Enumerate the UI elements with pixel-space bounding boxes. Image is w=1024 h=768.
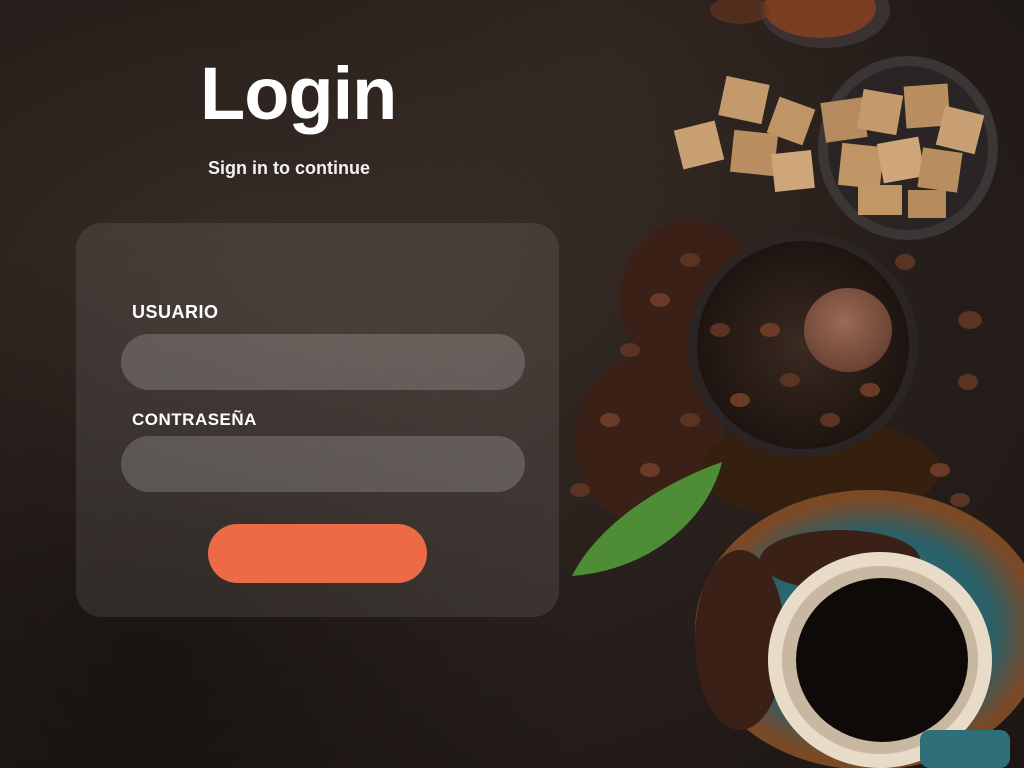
page-title: Login [200, 52, 397, 135]
beans-bowl [688, 233, 918, 457]
macaron [804, 288, 892, 372]
password-label: CONTRASEÑA [132, 410, 257, 429]
coffee-illustration [570, 0, 1024, 768]
ground-coffee-bowl [710, 0, 890, 48]
coffee-cup [695, 490, 1024, 768]
page-subtitle: Sign in to continue [208, 158, 370, 178]
login-button[interactable] [208, 524, 427, 583]
password-input[interactable] [121, 436, 525, 492]
sugar-bowl [673, 56, 998, 240]
username-input[interactable] [121, 334, 525, 390]
username-label: USUARIO [132, 302, 219, 322]
